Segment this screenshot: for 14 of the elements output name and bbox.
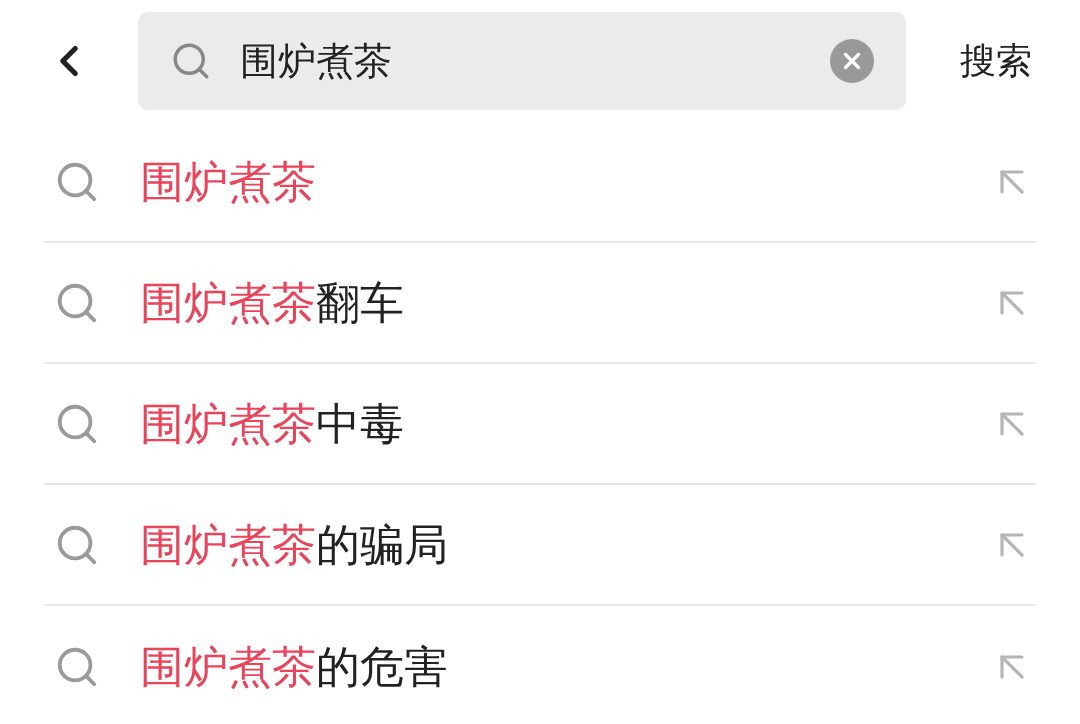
suggestion-item[interactable]: 围炉煮茶 <box>44 122 1036 243</box>
suggestion-text: 围炉煮茶的危害 <box>140 640 448 693</box>
suggestion-item[interactable]: 围炉煮茶中毒 <box>44 364 1036 485</box>
suggestion-text: 围炉煮茶 <box>140 155 316 208</box>
suggestion-text: 围炉煮茶的骗局 <box>140 518 448 571</box>
suggestion-text: 围炉煮茶翻车 <box>140 276 404 329</box>
suggestion-item[interactable]: 围炉煮茶的骗局 <box>44 485 1036 606</box>
search-button[interactable]: 搜索 <box>960 34 1032 88</box>
suggestion-item[interactable]: 围炉煮茶翻车 <box>44 243 1036 364</box>
clear-button[interactable] <box>830 39 874 83</box>
suggestion-item[interactable]: 围炉煮茶的危害 <box>44 606 1036 724</box>
search-field[interactable]: 围炉煮茶 <box>240 32 830 90</box>
search-bar[interactable]: 围炉煮茶 <box>138 12 906 110</box>
suggestion-text: 围炉煮茶中毒 <box>140 397 404 450</box>
